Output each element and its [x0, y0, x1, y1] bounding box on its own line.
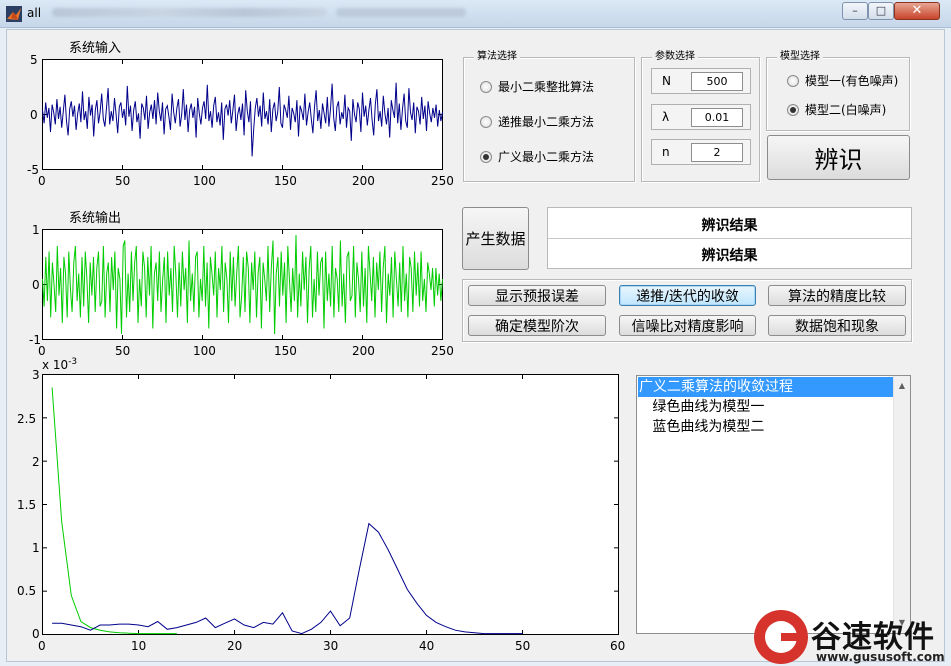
identify-button[interactable]: 辨识 — [767, 135, 910, 180]
param-n-input[interactable] — [691, 143, 743, 162]
input-y-tick: 0 — [30, 108, 38, 122]
conv-y-tick: 1 — [32, 541, 40, 555]
watermark-logo: 谷速软件 www.gususoft.com — [754, 610, 951, 666]
conv-exponent-label: x 10-3 — [42, 357, 78, 372]
watermark-url: www.gususoft.com — [816, 650, 945, 664]
param-row-N: N — [651, 68, 751, 94]
conv-x-tick: 20 — [227, 639, 243, 653]
maximize-button[interactable]: □ — [868, 2, 894, 20]
output-x-tick: 0 — [38, 344, 46, 358]
result-line-2: 辨识结果 — [701, 248, 758, 264]
input-axes-title: 系统输入 — [69, 41, 122, 56]
algo-option-label: 最小二乘整批算法 — [498, 80, 595, 94]
output-x-tick: 100 — [193, 344, 216, 358]
param-row-n: n — [651, 139, 751, 165]
result-line-1: 辨识结果 — [701, 218, 758, 234]
input-x-tick: 50 — [115, 174, 131, 188]
show-error-button[interactable]: 显示预报误差 — [468, 285, 606, 306]
conv-y-tick: 1.5 — [17, 498, 37, 512]
list-item[interactable]: 绿色曲线为模型一 — [638, 397, 893, 417]
algo-radio-2[interactable] — [480, 150, 492, 163]
blurred-title-text — [52, 8, 327, 17]
minimize-icon: – — [852, 4, 858, 17]
scroll-up-icon[interactable]: ▲ — [894, 378, 910, 394]
param-row-lambda: λ — [651, 104, 751, 130]
model-option-label: 模型一(有色噪声) — [805, 74, 899, 88]
conv-x-tick: 30 — [323, 639, 339, 653]
input-y-tick: 5 — [30, 53, 38, 67]
close-button[interactable]: ✕ — [894, 2, 940, 20]
info-listbox[interactable]: 广义二乘算法的收敛过程 绿色曲线为模型一 蓝色曲线为模型二 ▲ ▼ — [636, 375, 911, 634]
model-option-label: 模型二(白噪声) — [805, 103, 887, 117]
conv-x-tick: 50 — [515, 639, 531, 653]
conv-y-tick: 0.5 — [17, 584, 37, 598]
title-bar: all – □ ✕ — [0, 0, 951, 28]
results-box: 辨识结果 辨识结果 — [547, 207, 912, 269]
output-x-tick: 50 — [115, 344, 131, 358]
output-x-tick: 250 — [431, 344, 454, 358]
precision-compare-button[interactable]: 算法的精度比较 — [768, 285, 906, 306]
output-x-tick: 200 — [352, 344, 375, 358]
conv-y-tick: 2.5 — [17, 412, 37, 426]
conv-x-tick: 10 — [131, 639, 147, 653]
output-axes-title: 系统输出 — [69, 211, 122, 226]
conv-y-tick: 3 — [32, 368, 40, 382]
param-N-input[interactable] — [691, 72, 743, 91]
model-radio-1[interactable] — [787, 103, 799, 116]
conv-y-tick: 2 — [32, 455, 40, 469]
model-radio-0[interactable] — [787, 74, 799, 87]
data-saturation-button[interactable]: 数据饱和现象 — [768, 315, 906, 336]
convergence-button[interactable]: 递推/迭代的收敛 — [619, 285, 756, 306]
output-y-tick: 0 — [32, 278, 40, 292]
input-x-tick: 150 — [274, 174, 297, 188]
model-order-button[interactable]: 确定模型阶次 — [468, 315, 606, 336]
list-item[interactable]: 广义二乘算法的收敛过程 — [638, 377, 893, 397]
listbox-scrollbar[interactable]: ▲ ▼ — [893, 376, 910, 633]
algo-option-label: 递推最小二乘方法 — [498, 115, 595, 129]
algo-option-recursive[interactable]: 递推最小二乘方法 — [480, 113, 594, 130]
model-option-colored[interactable]: 模型一(有色噪声) — [787, 72, 898, 89]
generate-data-button[interactable]: 产生数据 — [462, 207, 529, 270]
param-lambda-input[interactable] — [691, 108, 743, 127]
output-y-tick: 1 — [32, 223, 40, 237]
model-option-white[interactable]: 模型二(白噪声) — [787, 101, 886, 118]
matlab-icon — [6, 6, 22, 22]
snr-effect-button[interactable]: 信噪比对精度影响 — [619, 315, 756, 336]
conv-x-tick: 0 — [38, 639, 46, 653]
model-panel: 模型选择 模型一(有色噪声) 模型二(白噪声) — [766, 51, 910, 131]
output-x-tick: 150 — [274, 344, 297, 358]
output-plot-axes — [42, 229, 443, 340]
input-x-tick: 250 — [431, 174, 454, 188]
parameter-panel: 参数选择 N λ n — [641, 51, 760, 182]
algorithm-panel-title: 算法选择 — [474, 51, 520, 63]
conv-x-tick: 60 — [610, 639, 626, 653]
result-divider — [548, 238, 911, 239]
input-plot-axes — [42, 59, 443, 170]
param-label: λ — [662, 110, 670, 124]
input-x-tick: 200 — [352, 174, 375, 188]
blurred-title-text-2 — [336, 8, 466, 17]
input-x-tick: 0 — [38, 174, 46, 188]
maximize-icon: □ — [875, 4, 887, 17]
algo-radio-1[interactable] — [480, 115, 492, 128]
list-item[interactable]: 蓝色曲线为模型二 — [638, 417, 893, 437]
close-icon: ✕ — [911, 3, 923, 18]
minimize-button[interactable]: – — [842, 2, 868, 20]
conv-x-tick: 40 — [419, 639, 435, 653]
convergence-plot-axes — [42, 374, 619, 635]
conv-frame — [42, 374, 619, 635]
algo-option-generalized[interactable]: 广义最小二乘方法 — [480, 148, 594, 165]
function-buttons-panel: 显示预报误差 递推/迭代的收敛 算法的精度比较 确定模型阶次 信噪比对精度影响 … — [462, 279, 912, 342]
model-panel-title: 模型选择 — [777, 51, 823, 63]
window-title: all — [27, 6, 42, 20]
algo-radio-0[interactable] — [480, 80, 492, 93]
algo-option-batch[interactable]: 最小二乘整批算法 — [480, 78, 594, 95]
param-label: N — [662, 74, 671, 88]
param-label: n — [662, 145, 670, 159]
input-x-tick: 100 — [193, 174, 216, 188]
algo-option-label: 广义最小二乘方法 — [498, 150, 595, 164]
parameter-panel-title: 参数选择 — [652, 51, 698, 63]
algorithm-panel: 算法选择 最小二乘整批算法 递推最小二乘方法 广义最小二乘方法 — [463, 51, 635, 182]
